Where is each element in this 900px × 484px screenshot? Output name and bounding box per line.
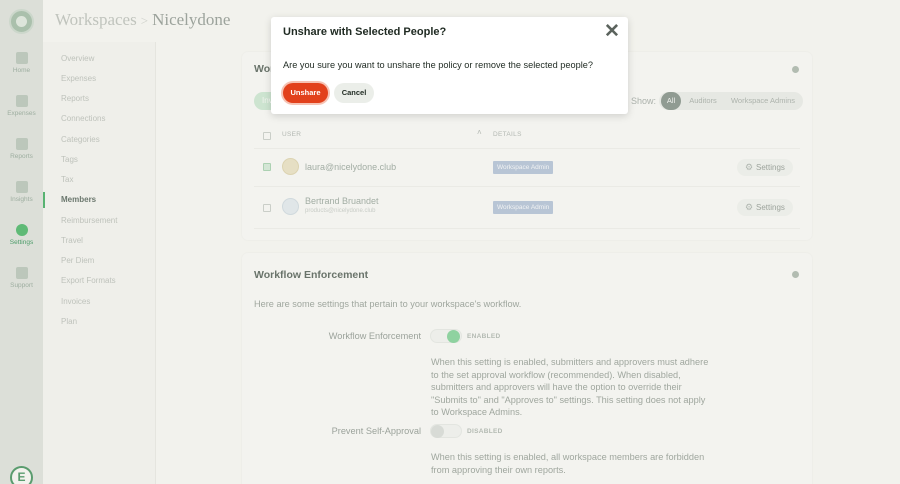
dialog-title: Unshare with Selected People? — [283, 26, 447, 38]
unshare-button[interactable]: Unshare — [283, 83, 328, 103]
dialog-message: Are you sure you want to unshare the pol… — [283, 60, 594, 70]
cancel-button[interactable]: Cancel — [334, 83, 374, 103]
close-icon[interactable]: ✕ — [604, 21, 620, 43]
unshare-dialog: Unshare with Selected People? ✕ Are you … — [271, 17, 628, 114]
